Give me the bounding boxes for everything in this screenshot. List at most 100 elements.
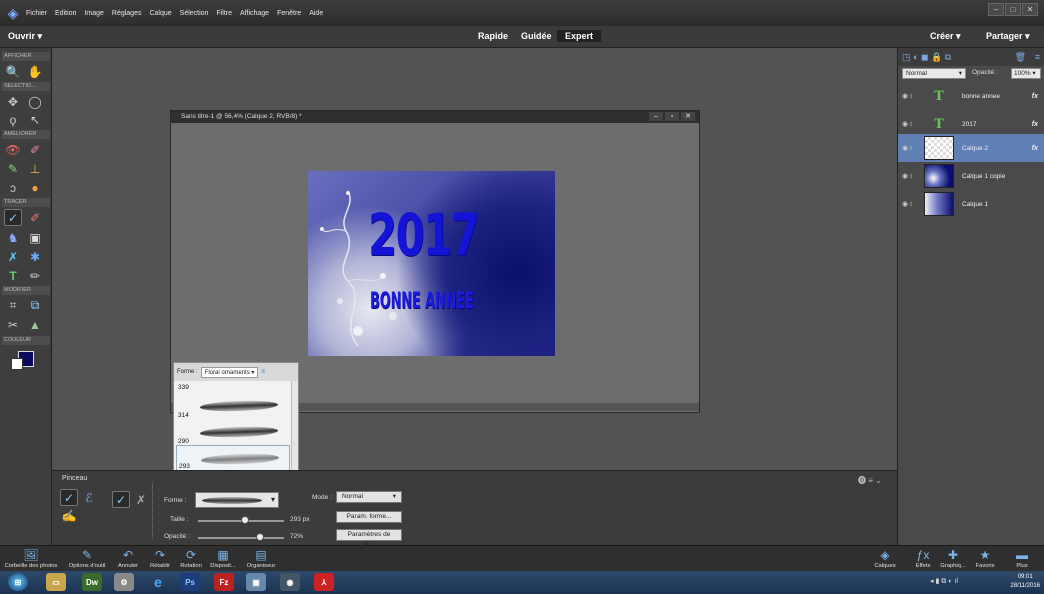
visibility-eye-icon[interactable]: ◉ ⦂ bbox=[898, 92, 924, 101]
rotate-button[interactable]: ⟳ Rotation bbox=[177, 548, 205, 569]
layers-menu-icon[interactable]: ≡ bbox=[1035, 48, 1040, 66]
doc-maximize-icon[interactable]: ▫ bbox=[665, 112, 679, 121]
layer-row-calque-2[interactable]: ◉ ⦂ Calque 2 fx bbox=[898, 134, 1044, 162]
menu-calque[interactable]: Calque bbox=[149, 10, 171, 17]
menu-aide[interactable]: Aide bbox=[309, 10, 323, 17]
taskbar-app-icon[interactable]: ⚙ bbox=[114, 573, 134, 591]
layer-row-bonne-annee[interactable]: ◉ ⦂ T bonne annee fx bbox=[898, 82, 1044, 110]
menu-selection[interactable]: Sélection bbox=[180, 10, 209, 17]
param-shape-button[interactable]: Param. forme... bbox=[336, 511, 402, 523]
visibility-eye-icon[interactable]: ◉ ⦂ bbox=[898, 120, 924, 129]
param-tablet-button[interactable]: Paramètres de ta... bbox=[336, 529, 402, 548]
open-button[interactable]: Ouvrir ▾ bbox=[8, 31, 42, 42]
close-icon[interactable]: ✕ bbox=[1022, 3, 1038, 16]
blend-mode-select[interactable]: Normal ▾ bbox=[902, 68, 966, 79]
straighten-icon[interactable]: ✂ bbox=[4, 316, 22, 333]
size-slider-knob[interactable] bbox=[241, 516, 250, 524]
shape-icon[interactable]: ✗ bbox=[4, 248, 22, 265]
move-icon[interactable]: ✥ bbox=[4, 93, 22, 110]
favorites-button[interactable]: ★ Favoris bbox=[972, 548, 998, 569]
ie-browser-icon[interactable]: e bbox=[148, 573, 168, 591]
brush-item[interactable]: 290 bbox=[176, 419, 290, 447]
quick-select-icon[interactable]: ↖ bbox=[26, 111, 44, 128]
pencil-icon[interactable]: ✏ bbox=[26, 267, 44, 284]
menu-reglages[interactable]: Réglages bbox=[112, 10, 142, 17]
paint-bucket-icon[interactable]: ♞ bbox=[4, 229, 22, 246]
doc-minimize-icon[interactable]: – bbox=[649, 112, 663, 121]
undo-button[interactable]: ↶ Annuler bbox=[114, 548, 142, 569]
brush-icon[interactable]: ✓ bbox=[4, 209, 22, 226]
mode-guidee[interactable]: Guidée bbox=[513, 30, 560, 42]
layer-row-calque-1[interactable]: ◉ ⦂ Calque 1 bbox=[898, 190, 1044, 218]
tool-options-button[interactable]: ✎ Options d'outil bbox=[62, 548, 112, 569]
taskbar-app-ps[interactable]: Ps bbox=[180, 573, 200, 591]
brush-shape-dropdown[interactable]: ▾ bbox=[195, 492, 279, 508]
mode-expert[interactable]: Expert bbox=[557, 30, 602, 42]
file-explorer-icon[interactable]: ▭ bbox=[46, 573, 66, 591]
crop-icon[interactable]: ⌗ bbox=[4, 297, 22, 314]
organizer-button[interactable]: ▤ Organiseur bbox=[242, 548, 280, 569]
visibility-eye-icon[interactable]: ◉ ⦂ bbox=[898, 200, 924, 209]
background-color-swatch[interactable] bbox=[11, 358, 23, 370]
trash-icon[interactable]: 🗑 bbox=[1015, 48, 1026, 66]
taskbar-app-dw[interactable]: Dw bbox=[82, 573, 102, 591]
opacity-slider-knob[interactable] bbox=[255, 533, 264, 541]
menu-fichier[interactable]: Fichier bbox=[26, 10, 47, 17]
blur-icon[interactable]: ↄ bbox=[4, 179, 22, 196]
panel-menu-icon[interactable]: ≡ bbox=[261, 369, 265, 375]
share-button[interactable]: Partager ▾ bbox=[986, 31, 1030, 42]
more-button[interactable]: ▬ Plus bbox=[1010, 548, 1034, 569]
image-canvas[interactable]: 2017 BONNE ANNEE bbox=[308, 171, 555, 356]
effects-button[interactable]: ƒx Effets bbox=[912, 548, 934, 569]
visibility-eye-icon[interactable]: ◉ ⦂ bbox=[898, 144, 924, 153]
marquee-icon[interactable]: ◯ bbox=[26, 93, 44, 110]
menu-edition[interactable]: Edition bbox=[55, 10, 76, 17]
taskbar-app-filezilla[interactable]: Fz bbox=[214, 573, 234, 591]
fx-icon[interactable]: fx bbox=[1032, 145, 1038, 152]
start-button-icon[interactable]: ⊞ bbox=[8, 573, 28, 591]
taskbar-app-icon[interactable]: ▣ bbox=[246, 573, 266, 591]
fx-icon[interactable]: fx bbox=[1032, 93, 1038, 100]
color-replace-icon[interactable]: ✍ bbox=[60, 507, 78, 524]
new-layer-icon[interactable]: ◳ bbox=[902, 52, 911, 62]
brush-item[interactable]: 339 bbox=[176, 381, 290, 393]
brush-set-select[interactable]: Floral ornaments ▾ bbox=[200, 366, 259, 378]
layer-opacity-input[interactable]: 100% ▾ bbox=[1011, 68, 1041, 79]
fill-layer-icon[interactable]: ◼ bbox=[921, 52, 928, 62]
hand-icon[interactable]: ✋ bbox=[26, 63, 44, 80]
brush-item[interactable]: 314 bbox=[176, 393, 290, 421]
fx-icon[interactable]: fx bbox=[1032, 121, 1038, 128]
layers-button[interactable]: ◈ Calques bbox=[872, 548, 898, 569]
menu-affichage[interactable]: Affichage bbox=[240, 10, 269, 17]
recompose-icon[interactable]: ⧉ bbox=[26, 297, 44, 314]
lock-icon[interactable]: 🔒 bbox=[931, 52, 942, 62]
redo-button[interactable]: ↷ Rétablir bbox=[146, 548, 174, 569]
menu-fenetre[interactable]: Fenêtre bbox=[277, 10, 301, 17]
mode-select[interactable]: Normal ▾ bbox=[336, 491, 402, 503]
doc-close-icon[interactable]: ✕ bbox=[681, 112, 695, 121]
system-clock[interactable]: 09:01 28/11/2016 bbox=[1010, 573, 1040, 591]
tablet-icon[interactable]: ✗ bbox=[132, 491, 150, 508]
taskbar-app-icon[interactable]: ◉ bbox=[280, 573, 300, 591]
link-icon[interactable]: ⧉ bbox=[945, 52, 951, 62]
text-tool-icon[interactable]: T bbox=[4, 267, 22, 284]
opacity-slider[interactable] bbox=[198, 537, 284, 539]
menu-filtre[interactable]: Filtre bbox=[216, 10, 232, 17]
adjust-layer-icon[interactable]: ◐ bbox=[913, 52, 918, 62]
maximize-icon[interactable]: □ bbox=[1005, 3, 1021, 16]
mode-rapide[interactable]: Rapide bbox=[470, 30, 516, 42]
content-move-icon[interactable]: ▲ bbox=[26, 316, 44, 333]
acrobat-icon[interactable]: ⅄ bbox=[314, 573, 334, 591]
clone-stamp-icon[interactable]: ⊥ bbox=[26, 160, 44, 177]
brush-item-selected[interactable]: 293 bbox=[176, 445, 290, 473]
red-eye-icon[interactable]: 👁 bbox=[4, 141, 22, 158]
impressionist-brush-icon[interactable]: ℰ bbox=[80, 489, 98, 506]
zoom-icon[interactable]: 🔍 bbox=[4, 63, 22, 80]
layer-row-calque-1-copie[interactable]: ◉ ⦂ Calque 1 copie bbox=[898, 162, 1044, 190]
eraser-icon[interactable]: ✐ bbox=[26, 209, 44, 226]
menu-image[interactable]: Image bbox=[84, 10, 103, 17]
brush-mode-icon[interactable]: ✓ bbox=[60, 489, 78, 506]
system-tray-icons[interactable]: ◂ ▮ ⧉ ◐ ıl bbox=[930, 577, 958, 586]
spot-heal-icon[interactable]: ✐ bbox=[26, 141, 44, 158]
layout-button[interactable]: ▦ Disposit... bbox=[206, 548, 240, 569]
